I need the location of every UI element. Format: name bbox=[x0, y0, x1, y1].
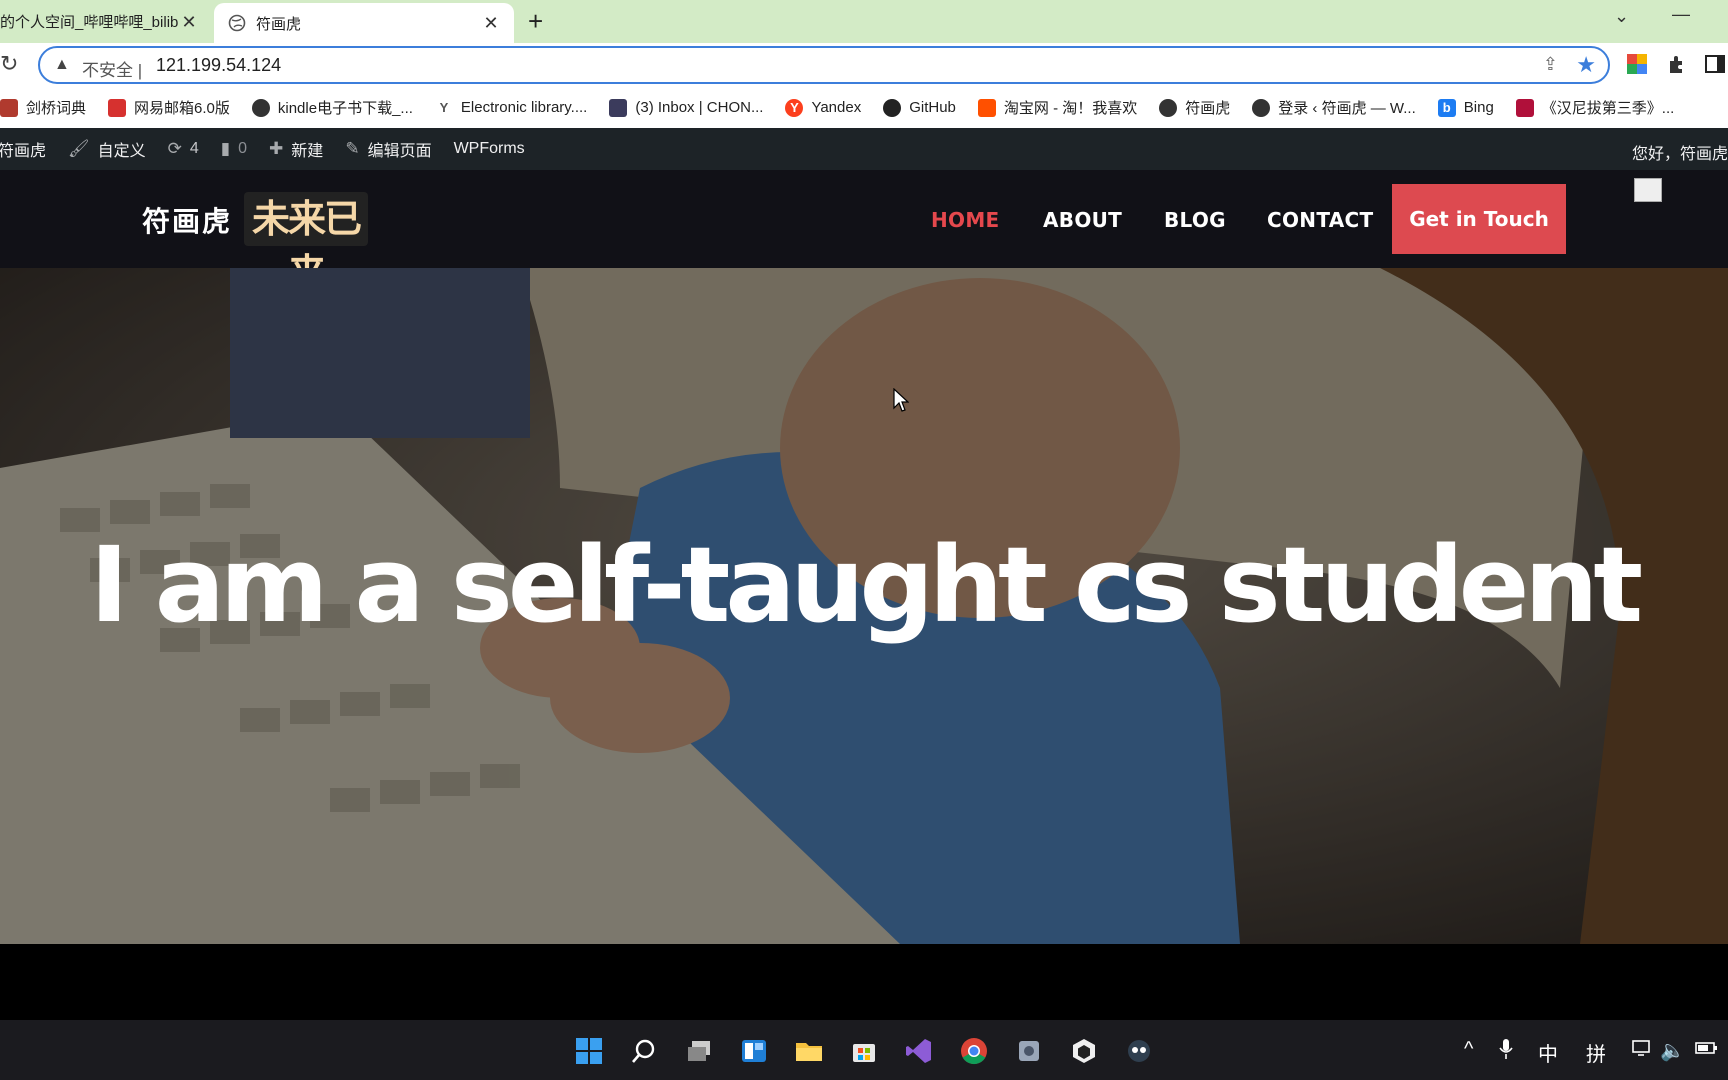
bing-icon: b bbox=[1437, 98, 1456, 117]
tab-title: 符画虎 bbox=[256, 15, 302, 33]
extensions-puzzle-icon[interactable] bbox=[1666, 53, 1688, 75]
media-icon bbox=[1515, 98, 1534, 117]
wp-user-greeting[interactable]: 您好，符画虎 bbox=[1632, 140, 1728, 164]
new-tab-button[interactable]: + bbox=[528, 8, 543, 34]
search-icon[interactable] bbox=[627, 1034, 661, 1068]
mouse-cursor-icon bbox=[893, 388, 909, 412]
bookmark-cambridge[interactable]: 剑桥词典 bbox=[0, 97, 86, 118]
close-tab-icon[interactable]: ✕ bbox=[480, 12, 502, 34]
pencil-icon: ✎ bbox=[345, 139, 360, 158]
app-icon-2[interactable] bbox=[1122, 1034, 1156, 1068]
page-below-hero bbox=[0, 944, 1728, 1020]
browser-tab-strip: 的个人空间_哔哩哔哩_bilibili ✕ 符画虎 ✕ + ⌄ — bbox=[0, 0, 1728, 43]
paintbrush-icon: 🖌 bbox=[68, 139, 90, 158]
network-icon[interactable] bbox=[1632, 1038, 1654, 1058]
tab-title: 的个人空间_哔哩哔哩_bilibili bbox=[0, 14, 178, 31]
wp-comments-link[interactable]: ▮ 0 bbox=[221, 139, 247, 159]
bookmark-login[interactable]: 登录 ‹ 符画虎 — W... bbox=[1252, 97, 1416, 118]
broken-image-icon bbox=[1634, 178, 1662, 202]
bookmark-star-icon[interactable]: ★ bbox=[1576, 52, 1596, 78]
warning-icon[interactable]: ▲ bbox=[54, 56, 70, 74]
globe-icon bbox=[1252, 98, 1271, 117]
unity-icon[interactable] bbox=[1067, 1034, 1101, 1068]
get-in-touch-button[interactable]: Get in Touch bbox=[1392, 184, 1566, 254]
bookmarks-bar: 剑桥词典 网易邮箱6.0版 kindle电子书下载_... Y Electroni… bbox=[0, 87, 1728, 128]
wp-new-link[interactable]: ✚ 新建 bbox=[269, 137, 323, 161]
minimize-window-icon[interactable]: — bbox=[1672, 4, 1690, 25]
wp-admin-bar: 符画虎 🖌 自定义 ⟳ 4 ▮ 0 ✚ 新建 ✎ 编辑页面 WPForms 您好，符画虎 bbox=[0, 128, 1728, 170]
bookmark-electronic-library[interactable]: Y Electronic library.... bbox=[435, 99, 588, 117]
globe-icon bbox=[228, 14, 246, 32]
plus-icon: ✚ bbox=[269, 139, 284, 158]
hero-title: I am a self-taught cs student bbox=[89, 524, 1643, 646]
proton-icon bbox=[609, 98, 628, 117]
store-icon[interactable] bbox=[847, 1034, 881, 1068]
start-icon[interactable] bbox=[572, 1034, 606, 1068]
ime-mode-indicator[interactable]: 中 bbox=[1538, 1038, 1558, 1067]
taobao-icon bbox=[977, 98, 996, 117]
windows-taskbar: ^ 中 拼 🔈 bbox=[0, 1020, 1728, 1080]
task-view-icon[interactable] bbox=[682, 1034, 716, 1068]
comment-icon: ▮ bbox=[220, 139, 231, 158]
y-icon: Y bbox=[439, 99, 449, 115]
nav-home[interactable]: HOME bbox=[931, 208, 1000, 232]
url-text[interactable]: 121.199.54.124 bbox=[156, 55, 281, 76]
bookmark-taobao[interactable]: 淘宝网 - 淘！我喜欢 bbox=[977, 97, 1137, 118]
ime-pinyin-indicator[interactable]: 拼 bbox=[1586, 1038, 1606, 1067]
bookmark-site[interactable]: 符画虎 bbox=[1159, 97, 1230, 118]
browser-toolbar: ↻ ▲ 不安全 | 121.199.54.124 ⇪ ★ bbox=[0, 43, 1728, 87]
tab-bilibili[interactable]: 的个人空间_哔哩哔哩_bilibili ✕ bbox=[0, 0, 212, 43]
github-icon bbox=[883, 98, 902, 117]
bookmark-bing[interactable]: b Bing bbox=[1437, 98, 1494, 117]
file-explorer-icon[interactable] bbox=[792, 1034, 826, 1068]
wp-edit-page-link[interactable]: ✎ 编辑页面 bbox=[345, 137, 431, 161]
tab-search-chevron-icon[interactable]: ⌄ bbox=[1614, 6, 1629, 27]
bookmark-hannibal[interactable]: 《汉尼拔第三季》... bbox=[1515, 97, 1674, 118]
wp-site-link[interactable]: 符画虎 bbox=[0, 137, 46, 161]
app-icon[interactable] bbox=[1012, 1034, 1046, 1068]
battery-icon[interactable] bbox=[1694, 1038, 1718, 1058]
netease-mail-icon bbox=[108, 98, 127, 117]
site-header: 符画虎 未来已来 HOME ABOUT BLOG CONTACT Get in … bbox=[0, 170, 1728, 295]
visual-studio-icon[interactable] bbox=[902, 1034, 936, 1068]
share-icon[interactable]: ⇪ bbox=[1543, 54, 1558, 75]
bookmark-github[interactable]: GitHub bbox=[883, 98, 956, 117]
close-tab-icon[interactable]: ✕ bbox=[178, 11, 200, 33]
site-logo-text[interactable]: 符画虎 bbox=[142, 200, 232, 240]
wp-customize-link[interactable]: 🖌 自定义 bbox=[68, 137, 146, 161]
address-bar[interactable]: ▲ 不安全 | 121.199.54.124 ⇪ ★ bbox=[38, 46, 1610, 84]
nav-blog[interactable]: BLOG bbox=[1164, 208, 1226, 232]
tab-active[interactable]: 符画虎 ✕ bbox=[214, 3, 514, 43]
volume-icon[interactable]: 🔈 bbox=[1660, 1038, 1685, 1063]
bookmark-kindle[interactable]: kindle电子书下载_... bbox=[251, 97, 413, 118]
wp-wpforms-link[interactable]: WPForms bbox=[454, 140, 525, 158]
hero-section: I am a self-taught cs student bbox=[0, 268, 1728, 944]
globe-icon bbox=[1159, 98, 1178, 117]
reload-icon[interactable]: ↻ bbox=[0, 51, 18, 77]
side-panel-icon[interactable] bbox=[1704, 53, 1726, 75]
bookmark-inbox[interactable]: (3) Inbox | CHON... bbox=[609, 98, 763, 117]
site-logo-badge[interactable]: 未来已来 bbox=[244, 192, 368, 295]
globe-icon bbox=[251, 98, 270, 117]
chrome-icon[interactable] bbox=[957, 1034, 991, 1068]
bookmark-yandex[interactable]: Y Yandex bbox=[785, 98, 861, 117]
widgets-icon[interactable] bbox=[737, 1034, 771, 1068]
extension-color-icon[interactable] bbox=[1626, 53, 1648, 75]
nav-contact[interactable]: CONTACT bbox=[1267, 208, 1373, 232]
wp-updates-link[interactable]: ⟳ 4 bbox=[168, 139, 199, 159]
nav-about[interactable]: ABOUT bbox=[1043, 208, 1122, 232]
microphone-icon[interactable] bbox=[1498, 1038, 1514, 1060]
tray-chevron-up-icon[interactable]: ^ bbox=[1464, 1038, 1473, 1061]
yandex-icon: Y bbox=[785, 98, 804, 117]
cambridge-icon bbox=[0, 98, 18, 117]
bookmark-netease-mail[interactable]: 网易邮箱6.0版 bbox=[108, 97, 230, 118]
updates-icon: ⟳ bbox=[167, 139, 182, 158]
security-label: 不安全 | bbox=[82, 61, 143, 80]
